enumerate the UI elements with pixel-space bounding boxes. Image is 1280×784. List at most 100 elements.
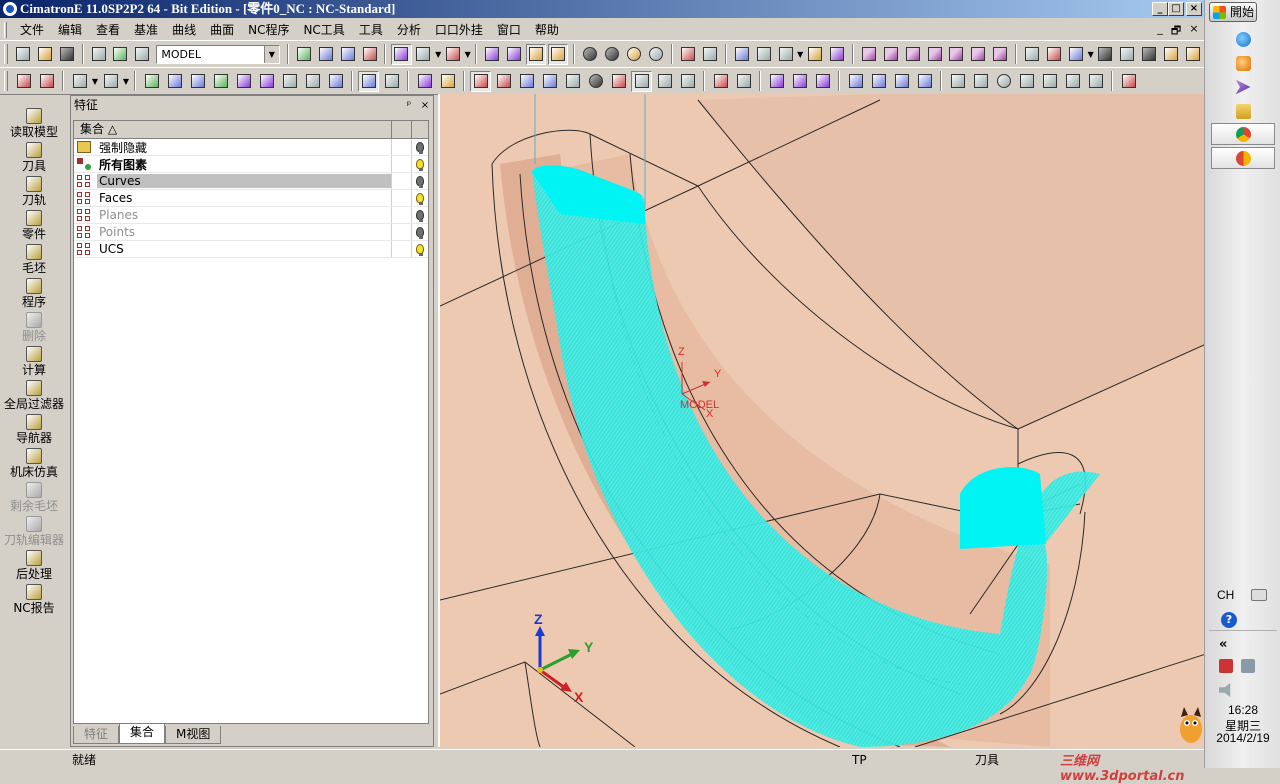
tp-display-button[interactable]: [631, 70, 652, 92]
menu-grip[interactable]: [4, 21, 7, 38]
component-button[interactable]: [827, 44, 847, 65]
chevron-down-icon[interactable]: ▼: [464, 50, 472, 59]
smart-select-button[interactable]: [358, 70, 379, 92]
line-width-button[interactable]: [1139, 44, 1159, 65]
chevron-down-icon[interactable]: ▼: [122, 77, 130, 86]
filter-5-button[interactable]: [233, 71, 254, 92]
leftbar-item-6[interactable]: 删除: [0, 312, 68, 346]
network-icon[interactable]: [1241, 659, 1255, 673]
measure-button[interactable]: [754, 44, 774, 65]
save-button[interactable]: [57, 44, 77, 65]
nc-view-2-button[interactable]: [493, 71, 514, 92]
pen-button[interactable]: [1096, 44, 1116, 65]
leftbar-item-4[interactable]: 毛坯: [0, 244, 68, 278]
light-3-button[interactable]: [624, 44, 644, 65]
filter-8-button[interactable]: [302, 71, 323, 92]
nc-list-button[interactable]: [516, 71, 537, 92]
tp-grid-button[interactable]: [654, 71, 675, 92]
panel-close-button[interactable]: ×: [419, 97, 431, 115]
bulb-off-icon[interactable]: [416, 142, 424, 154]
section-button[interactable]: [776, 44, 796, 65]
help-icon[interactable]: ?: [1221, 612, 1237, 628]
leftbar-item-3[interactable]: 零件: [0, 210, 68, 244]
surface-1-button[interactable]: [766, 71, 787, 92]
toolbar-grip[interactable]: [4, 71, 8, 91]
tree-row-vis-cell[interactable]: [392, 207, 412, 223]
volume-icon[interactable]: [1219, 683, 1231, 697]
zoom-window-button[interactable]: [316, 44, 336, 65]
line-2-button[interactable]: [970, 71, 991, 92]
menu-help[interactable]: 帮助: [528, 20, 566, 40]
question-button[interactable]: [562, 71, 583, 92]
chevron-down-icon[interactable]: ▼: [796, 50, 804, 59]
bulb-on-icon[interactable]: [416, 244, 424, 256]
filter-1-button[interactable]: [141, 71, 162, 92]
tp-grid-2-button[interactable]: [677, 71, 698, 92]
pick-cancel-button[interactable]: [36, 71, 57, 92]
undo-button[interactable]: [678, 44, 698, 65]
filter-9-button[interactable]: [325, 71, 346, 92]
minimize-button[interactable]: _: [1152, 2, 1168, 16]
tree-row[interactable]: Curves: [74, 173, 428, 190]
select-pick-button[interactable]: [100, 71, 121, 92]
leftbar-item-8[interactable]: 全局过滤器: [0, 380, 68, 414]
circle-button[interactable]: [993, 71, 1014, 92]
tool-info-button[interactable]: [608, 71, 629, 92]
bulb-off-icon[interactable]: [416, 176, 424, 188]
panel-tab-1[interactable]: 集合: [119, 724, 166, 744]
pan-button[interactable]: [360, 44, 380, 65]
tree-row-vis-cell[interactable]: [392, 224, 412, 240]
leftbar-item-11[interactable]: 剩余毛坯: [0, 482, 68, 516]
nc-view-1-button[interactable]: [470, 70, 491, 92]
tree-row-bulb-cell[interactable]: [412, 139, 428, 155]
layer-button[interactable]: [111, 44, 131, 65]
leftbar-item-10[interactable]: 机床仿真: [0, 448, 68, 482]
tree-row[interactable]: Planes: [74, 207, 428, 224]
taskbar-explorer[interactable]: [1211, 100, 1275, 122]
tree-row-name-cell[interactable]: Planes: [74, 207, 392, 223]
view-bottom-button[interactable]: [990, 44, 1010, 65]
taskbar-vs[interactable]: [1211, 76, 1275, 98]
3d-viewport[interactable]: Z Y X MODEL Z Y X: [438, 94, 1204, 747]
leftbar-item-14[interactable]: NC报告: [0, 584, 68, 618]
leftbar-item-7[interactable]: 计算: [0, 346, 68, 380]
chevron-down-icon[interactable]: ▼: [263, 45, 279, 63]
maximize-button[interactable]: □: [1168, 2, 1184, 16]
tree-row-name-cell[interactable]: Points: [74, 224, 392, 240]
tree-row-vis-cell[interactable]: [392, 139, 412, 155]
flag-icon[interactable]: [1219, 659, 1233, 673]
assembly-button[interactable]: [805, 44, 825, 65]
zoom-button[interactable]: [338, 44, 358, 65]
leftbar-item-1[interactable]: 刀具: [0, 142, 68, 176]
tree-row-vis-cell[interactable]: [392, 156, 412, 172]
funnel-button[interactable]: [414, 71, 435, 92]
filter-faces-button[interactable]: [482, 44, 502, 65]
tree-row-vis-cell[interactable]: [392, 241, 412, 257]
menu-nc-program[interactable]: NC程序: [241, 20, 296, 40]
menu-datum[interactable]: 基准: [127, 20, 165, 40]
leftbar-item-13[interactable]: 后处理: [0, 550, 68, 584]
line-1-button[interactable]: [947, 71, 968, 92]
filter-3-button[interactable]: [187, 71, 208, 92]
tree-row-name-cell[interactable]: UCS: [74, 241, 392, 257]
set-column-header[interactable]: 集合 △: [74, 121, 392, 138]
taskbar-ie[interactable]: [1211, 28, 1275, 50]
filter-4-button[interactable]: [210, 71, 231, 92]
tree-row-bulb-cell[interactable]: [412, 224, 428, 240]
filter-7-button[interactable]: [279, 71, 300, 92]
tree-row-name-cell[interactable]: 强制隐藏: [74, 139, 392, 155]
show-hidden-icons-button[interactable]: «: [1219, 637, 1227, 652]
menu-window[interactable]: 窗口: [490, 20, 528, 40]
open-file-button[interactable]: [35, 44, 55, 65]
leftbar-item-9[interactable]: 导航器: [0, 414, 68, 448]
start-button[interactable]: 開始: [1209, 2, 1257, 22]
leftbar-item-0[interactable]: 读取模型: [0, 108, 68, 142]
pick-mode-button[interactable]: [381, 71, 402, 92]
menu-file[interactable]: 文件: [13, 20, 51, 40]
select-box-button[interactable]: [69, 71, 90, 92]
bulb-on-icon[interactable]: [416, 159, 424, 171]
view-back-button[interactable]: [968, 44, 988, 65]
doc-minimize-button[interactable]: _: [1152, 22, 1168, 35]
menu-tools[interactable]: 工具: [352, 20, 390, 40]
model-canvas[interactable]: Z Y X MODEL Z Y X: [440, 94, 1204, 747]
